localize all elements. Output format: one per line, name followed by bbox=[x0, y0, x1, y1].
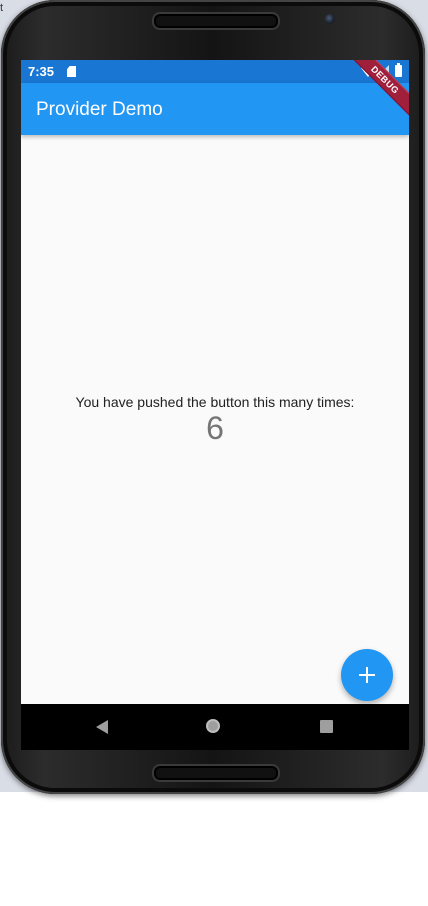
status-time: 7:35 bbox=[28, 64, 55, 79]
window-corner-glyph: t bbox=[0, 2, 4, 14]
bottom-speaker bbox=[152, 764, 280, 782]
navigation-bar bbox=[21, 704, 409, 750]
device-screen: 7:35 Provider Demo You have pushed the b… bbox=[21, 60, 409, 750]
increment-button[interactable] bbox=[341, 649, 393, 701]
front-camera bbox=[325, 14, 335, 24]
app-title: Provider Demo bbox=[36, 99, 163, 120]
counter-value: 6 bbox=[206, 410, 224, 446]
plus-icon bbox=[359, 667, 375, 683]
recents-square-icon[interactable] bbox=[320, 720, 333, 733]
status-bar: 7:35 bbox=[21, 60, 409, 83]
page: t 7:35 Provider Demo You have pushed the… bbox=[0, 0, 428, 906]
sd-card-icon bbox=[67, 66, 76, 77]
counter-label: You have pushed the button this many tim… bbox=[75, 394, 355, 410]
back-triangle-icon[interactable] bbox=[95, 720, 109, 734]
top-speaker bbox=[152, 12, 280, 30]
battery-icon bbox=[395, 63, 402, 77]
app-bar: Provider Demo bbox=[21, 83, 409, 135]
phone-frame: 7:35 Provider Demo You have pushed the b… bbox=[1, 0, 425, 794]
body-content: You have pushed the button this many tim… bbox=[21, 135, 409, 750]
home-circle-icon[interactable] bbox=[206, 719, 220, 733]
